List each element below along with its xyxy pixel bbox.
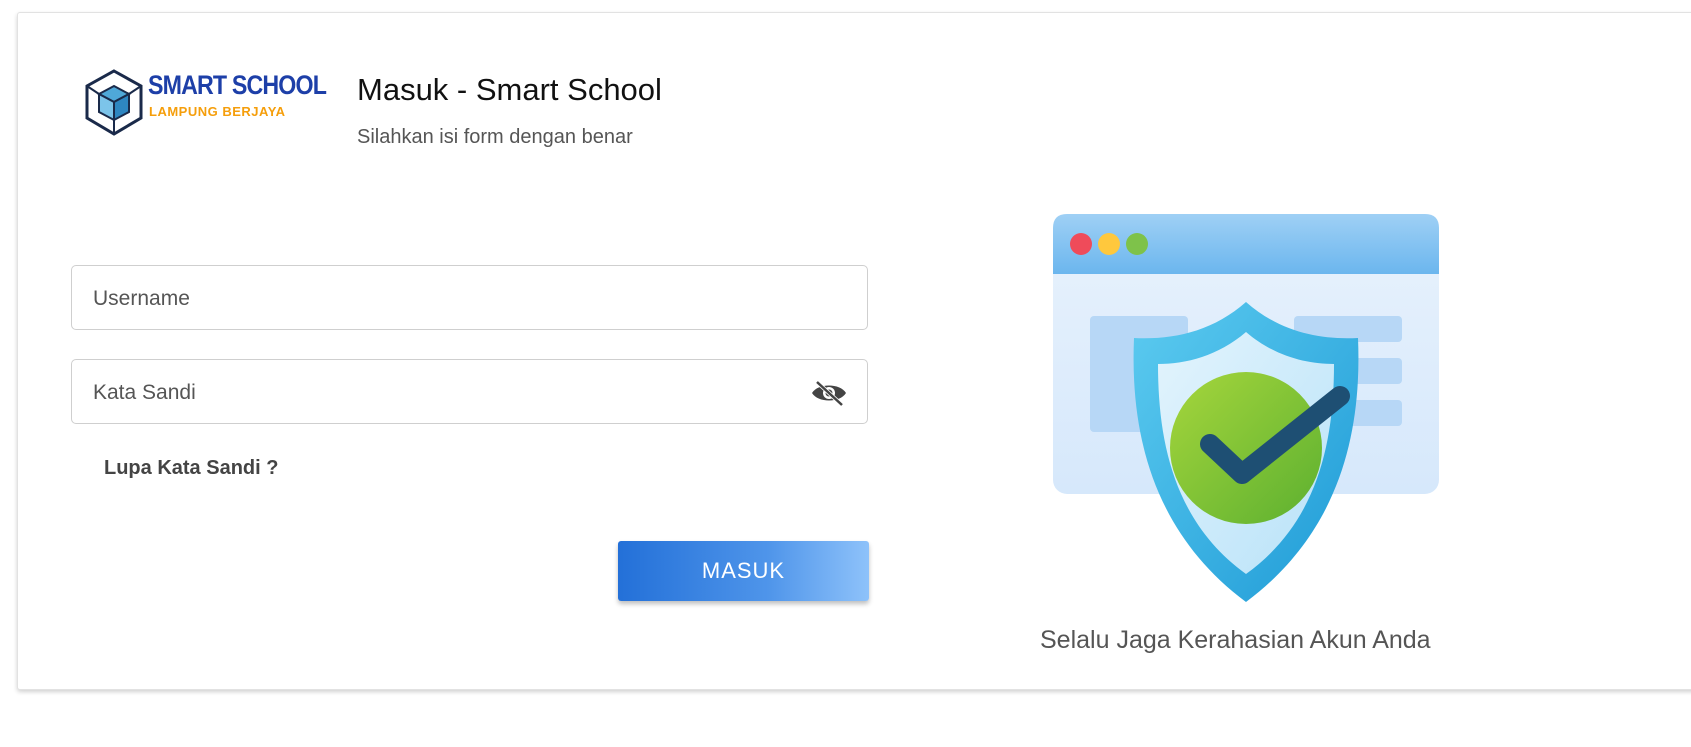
eye-off-icon[interactable]: [809, 378, 849, 408]
page-title: Masuk - Smart School: [357, 72, 662, 107]
username-field: [71, 265, 868, 331]
security-illustration: [1050, 212, 1442, 612]
cube-logo-icon: [85, 69, 143, 136]
page-subtitle: Silahkan isi form dengan benar: [357, 126, 633, 148]
security-caption: Selalu Jaga Kerahasian Akun Anda: [1040, 626, 1431, 654]
forgot-password-link[interactable]: Lupa Kata Sandi ?: [104, 457, 278, 480]
logo-tagline: LAMPUNG BERJAYA: [149, 104, 286, 119]
password-field: [71, 359, 868, 425]
username-input[interactable]: [91, 266, 795, 331]
logo-text: SMART SCHOOL: [148, 70, 327, 100]
shield-check-icon: [1053, 214, 1439, 602]
school-logo: SMART SCHOOL LAMPUNG BERJAYA: [83, 68, 333, 138]
password-input[interactable]: [91, 360, 795, 425]
login-button[interactable]: MASUK: [618, 541, 869, 601]
